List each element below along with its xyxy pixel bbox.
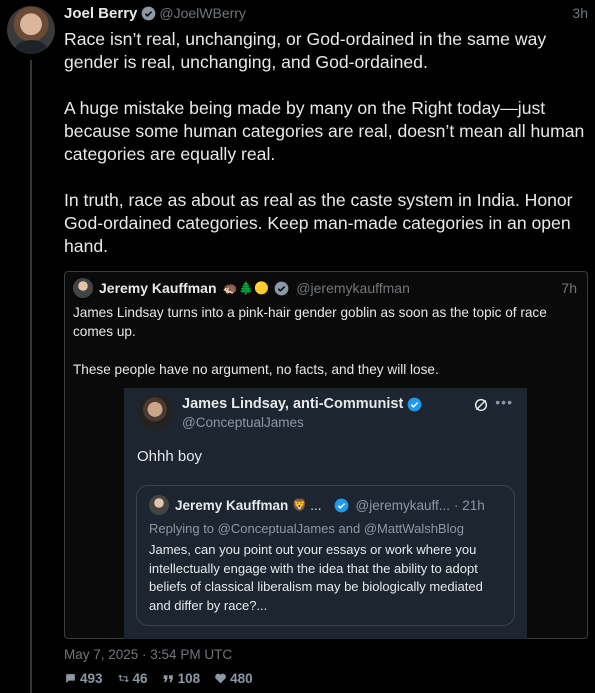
like-count: 480	[230, 671, 253, 686]
inner-author-emoji: 🦁	[292, 498, 308, 512]
verified-badge-icon	[407, 397, 422, 411]
retweet-icon	[117, 674, 129, 683]
screenshot-author-handle: @ConceptualJames	[182, 415, 304, 430]
quote-author-name[interactable]: Jeremy Kauffman	[99, 280, 217, 296]
like-button[interactable]: 480	[214, 671, 253, 686]
inner-text: James, can you point out your essays or …	[149, 542, 483, 613]
author-name[interactable]: Joel Berry	[64, 5, 137, 22]
screenshot-author-name: James Lindsay, anti-Communist	[182, 396, 404, 412]
inner-author-handle: @jeremykauff...	[355, 497, 451, 513]
retweet-count: 46	[132, 671, 148, 686]
post: Joel Berry @JoelWBerry 3h Race isn’t rea…	[64, 4, 588, 258]
reply-button[interactable]: 493	[64, 671, 103, 686]
thread-line	[30, 60, 32, 693]
heart-icon	[215, 673, 226, 684]
inner-ellipsis: ...	[310, 497, 322, 513]
inner-replying-to: Replying to @ConceptualJames and @MattWa…	[149, 521, 464, 536]
quote-button[interactable]: 108	[162, 671, 201, 686]
screenshot-quoted-post: Jeremy Kauffman 🦁 ... @jeremykauff... · …	[136, 485, 515, 626]
inner-time: · 21h	[454, 497, 485, 513]
retweet-button[interactable]: 46	[117, 671, 148, 686]
author-avatar[interactable]	[7, 6, 55, 54]
embedded-screenshot[interactable]: James Lindsay, anti-Communist @Conceptua…	[124, 388, 527, 639]
post-time[interactable]: 3h	[572, 5, 588, 21]
reply-count: 493	[80, 671, 103, 686]
quote-count: 108	[177, 671, 201, 686]
quote-icon	[163, 675, 173, 683]
screenshot-author-row: James Lindsay, anti-Communist	[182, 396, 425, 412]
quote-author-handle[interactable]: @jeremykauffman	[296, 280, 410, 296]
reply-icon	[66, 674, 75, 683]
inner-author-name: Jeremy Kauffman	[175, 497, 289, 513]
quote-author-emojis: 🦔🌲🟡	[222, 281, 271, 295]
quote-text: James Lindsay turns into a pink-hair gen…	[73, 305, 547, 377]
more-options-icon: •••	[495, 394, 513, 410]
grok-icon	[474, 398, 488, 412]
screenshot-text: Ohhh boy	[137, 448, 203, 465]
post-stats: 493 46 108 480	[64, 671, 267, 686]
verified-badge-icon	[142, 6, 156, 20]
post-text: Race isn’t real, unchanging, or God-orda…	[64, 29, 585, 256]
quoted-post[interactable]: Jeremy Kauffman 🦔🌲🟡 @jeremykauffman 7h J…	[64, 271, 588, 639]
screenshot-avatar	[137, 395, 173, 431]
verified-badge-icon	[274, 281, 289, 295]
quote-header: Jeremy Kauffman 🦔🌲🟡 @jeremykauffman 7h	[73, 278, 577, 298]
verified-badge-icon	[334, 498, 348, 512]
author-handle[interactable]: @JoelWBerry	[159, 5, 246, 21]
post-timestamp[interactable]: May 7, 2025 · 3:54 PM UTC	[64, 647, 232, 662]
quote-avatar[interactable]	[73, 278, 93, 298]
quote-time[interactable]: 7h	[561, 280, 577, 296]
inner-avatar	[149, 495, 169, 515]
inner-header: Jeremy Kauffman 🦁 ... @jeremykauff... · …	[149, 495, 504, 515]
post-header: Joel Berry @JoelWBerry 3h	[64, 4, 588, 22]
